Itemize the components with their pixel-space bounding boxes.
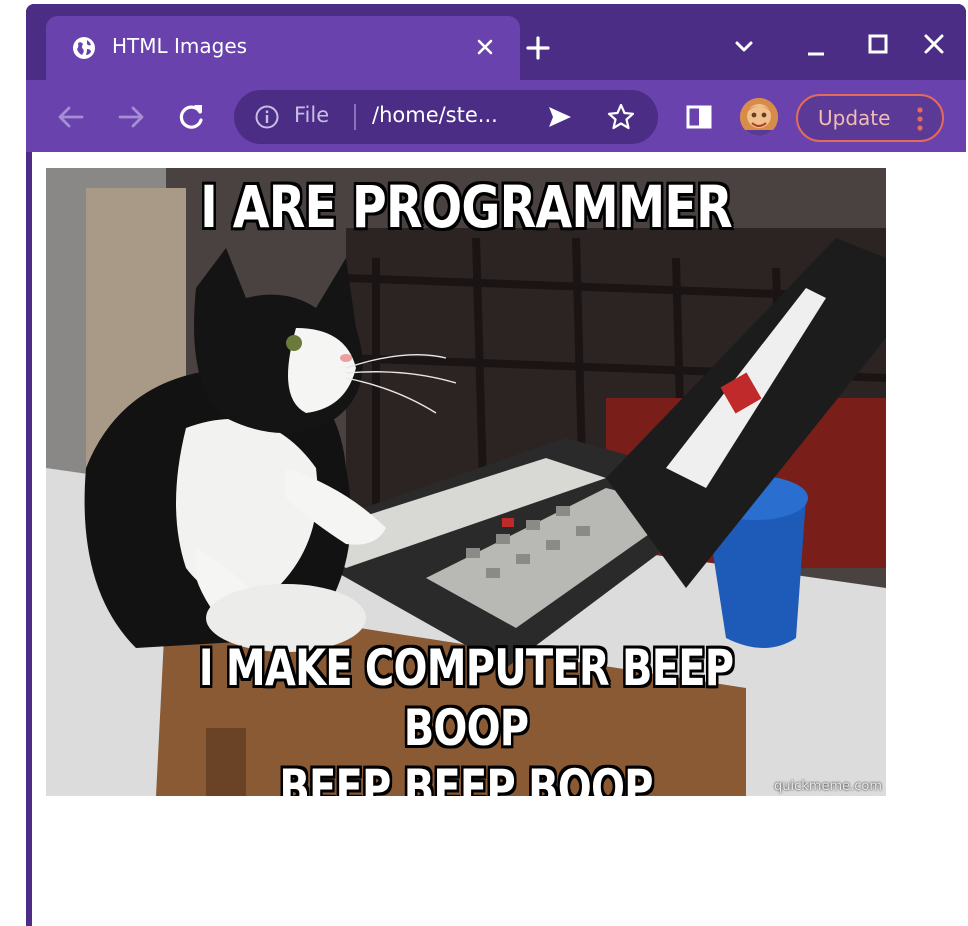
profile-avatar[interactable] [740,98,778,136]
update-label: Update [818,106,891,130]
profile-avatar-image [740,98,778,136]
close-window-icon[interactable] [916,30,952,62]
url-scheme-label: File [294,103,330,127]
chevron-down-icon[interactable] [726,30,762,62]
globe-icon [73,37,95,59]
star-icon[interactable] [606,102,636,132]
reload-icon[interactable] [174,100,208,134]
maximize-icon[interactable] [860,30,896,62]
meme-image: I ARE PROGRAMMER I MAKE COMPUTER BEEP BO… [46,168,886,796]
meme-bottom-caption: I MAKE COMPUTER BEEP BOOP BEEP BEEP BOOP [130,638,802,796]
meme-bottom-caption-line1: I MAKE COMPUTER BEEP BOOP [198,639,734,757]
toolbar: File /home/ste... Update [26,80,966,152]
url-path: /home/ste... [372,103,498,127]
update-button[interactable]: Update [796,94,944,142]
info-icon[interactable] [254,104,280,130]
address-bar[interactable]: File /home/ste... [234,90,658,144]
send-icon[interactable] [546,104,574,130]
arrow-right-icon[interactable] [114,100,148,134]
tab-close-button[interactable] [470,32,500,62]
tab-html-images[interactable]: HTML Images [46,16,520,80]
tab-strip: HTML Images [26,4,966,80]
meme-bottom-caption-line2: BEEP BEEP BOOP [279,759,653,796]
minimize-icon[interactable] [798,30,834,62]
meme-top-caption: I ARE PROGRAMMER [200,173,733,241]
omnibox-divider [354,104,356,130]
close-icon [477,39,493,55]
new-tab-button[interactable] [520,30,556,66]
meme-watermark: quickmeme.com [774,779,882,794]
side-panel-icon[interactable] [682,100,716,134]
browser-window: HTML Images File /home/ste... Update I A… [26,4,966,926]
tab-title: HTML Images [112,34,248,58]
arrow-left-icon[interactable] [54,100,88,134]
more-vert-icon[interactable] [908,102,932,136]
page-viewport: I ARE PROGRAMMER I MAKE COMPUTER BEEP BO… [32,152,966,926]
